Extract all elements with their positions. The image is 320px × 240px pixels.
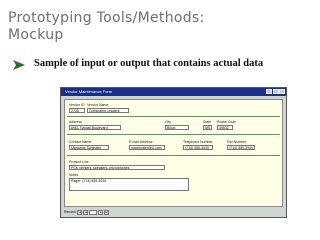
bullet-text: Sample of input or output that contains … [34,58,264,69]
fax-label: Fax Number [227,140,247,144]
vendor-name-field[interactable]: Computing Leaders [87,108,129,113]
email-field[interactable]: mschindler@cl.com [129,145,165,150]
form-titlebar: Vendor Maintenance Form [61,88,286,96]
first-record-icon[interactable]: |◂ [77,209,83,215]
state-label: State [203,120,212,124]
notes-label: Notes [69,173,79,177]
last-record-icon[interactable]: ▸| [104,209,110,215]
contact-name-field[interactable]: Marianne Schindler [69,145,109,150]
close-icon[interactable] [279,89,285,94]
slide-title-line-1: Prototyping Tools/Methods: [8,10,205,26]
product-line-label: Product Line [69,160,89,164]
telephone-label: Telephone Number [183,140,213,144]
city-label: City [165,120,172,124]
record-label: Record: [64,210,77,214]
email-label: E-mail Address [129,140,153,144]
divider [67,155,280,156]
contact-name-label: Contact Name [69,140,92,144]
divider [67,116,280,117]
form-window-title: Vendor Maintenance Form [65,89,113,94]
state-field[interactable]: MS [203,125,212,130]
slide-title-line-2: Mockup [8,27,64,43]
minimize-icon[interactable] [266,89,272,94]
previous-record-icon[interactable]: ◂ [83,209,89,215]
address-field[interactable]: 6961 Tyndall Boulevard [69,125,121,130]
notes-field[interactable]: Pager: (714) 555-3020 [69,178,189,191]
vendor-name-label: Vendor Name [87,103,109,107]
form-body: Vendor ID 2735 Vendor Name Computing Lea… [64,99,283,207]
vendor-id-field[interactable]: 2735 [69,108,85,113]
next-record-icon[interactable]: ▸ [98,209,104,215]
telephone-field[interactable]: (714) 555-3030 [183,145,213,150]
product-line-field[interactable]: PCs, printers, speakers, microphones [69,165,165,170]
bullet-arrow-icon [12,58,26,70]
address-label: Address [69,120,82,124]
divider [67,134,280,135]
postal-code-label: Postal Code [217,120,237,124]
fax-field[interactable]: (714) 555-3940 [227,145,255,150]
city-field[interactable]: Biloxi [165,125,189,130]
vendor-maintenance-form-screenshot: Vendor Maintenance Form Vendor ID 2735 V… [60,87,287,218]
record-navigation-bar: Record: |◂ ◂ ▸ ▸| [64,208,283,216]
vendor-id-label: Vendor ID [69,103,85,107]
record-number-field[interactable] [89,209,98,215]
postal-code-field[interactable]: 39532 [217,125,233,130]
bullet-item: Sample of input or output that contains … [12,57,312,70]
slide-title: Prototyping Tools/Methods: Mockup [8,10,308,44]
